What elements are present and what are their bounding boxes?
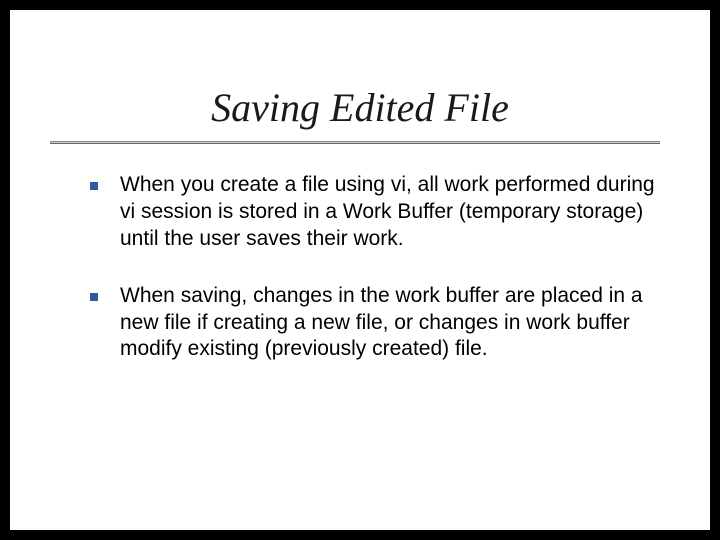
square-bullet-icon	[90, 182, 98, 190]
bullet-text: When you create a file using vi, all wor…	[120, 173, 655, 250]
slide-title: Saving Edited File	[50, 84, 670, 131]
bullet-text: When saving, changes in the work buffer …	[120, 284, 643, 361]
bullet-list: When you create a file using vi, all wor…	[50, 172, 670, 363]
slide: Saving Edited File When you create a fil…	[10, 10, 710, 530]
square-bullet-icon	[90, 293, 98, 301]
list-item: When saving, changes in the work buffer …	[90, 283, 660, 364]
title-underline	[50, 141, 670, 144]
list-item: When you create a file using vi, all wor…	[90, 172, 660, 253]
